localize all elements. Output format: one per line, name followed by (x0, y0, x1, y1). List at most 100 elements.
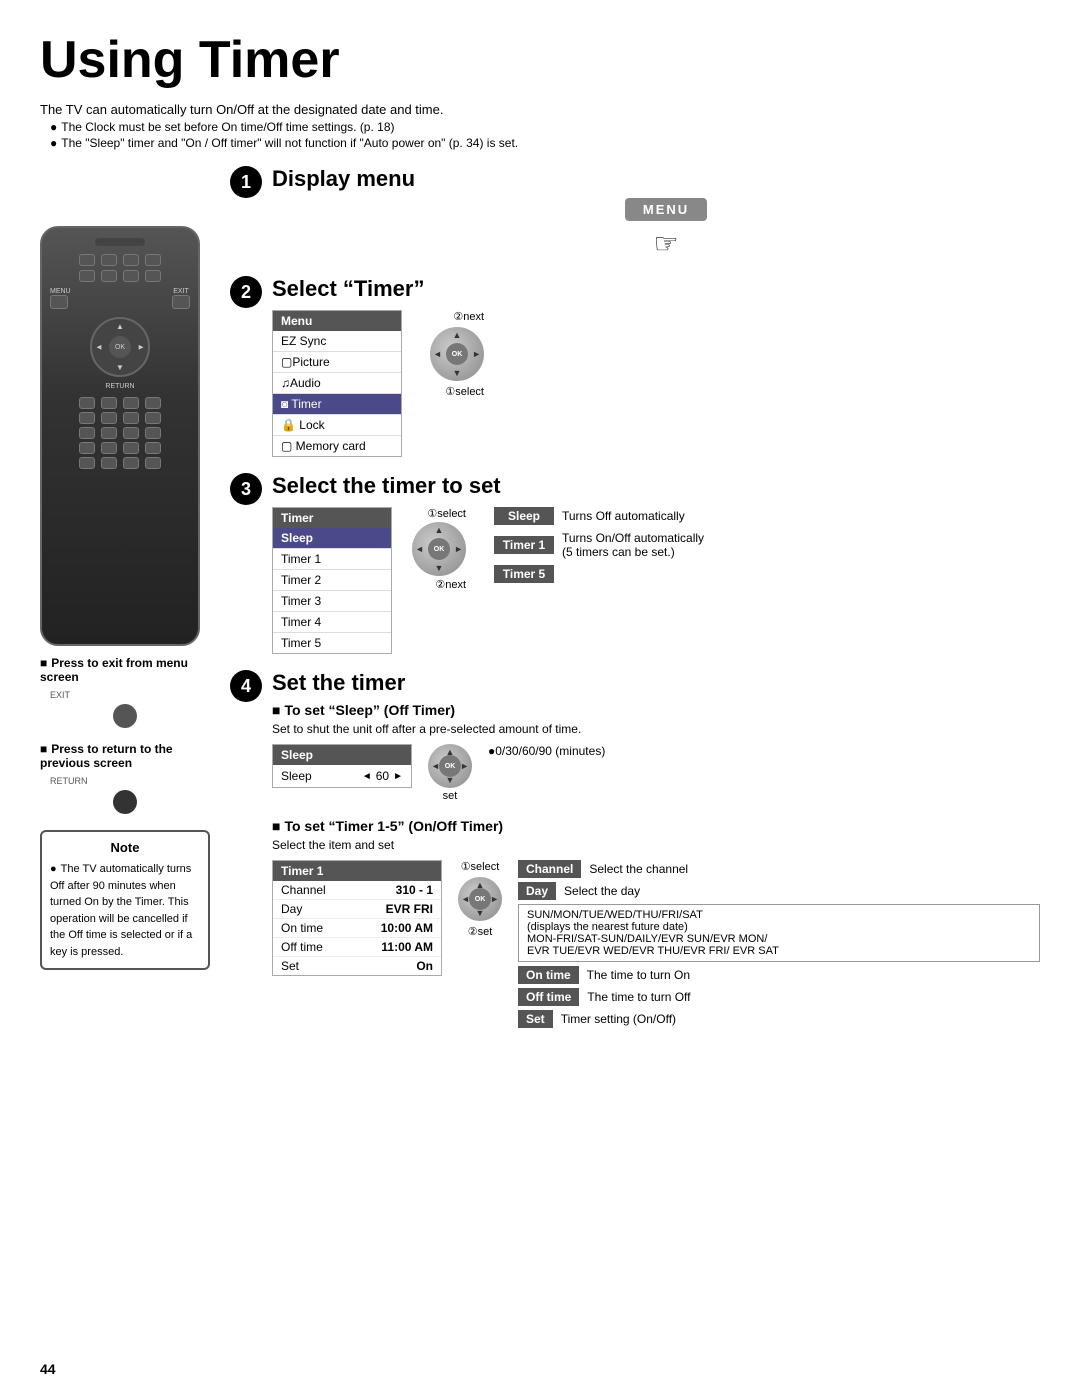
timer1-day-label: Day (281, 902, 336, 916)
day-options-line1: SUN/MON/TUE/WED/THU/FRI/SAT (527, 909, 1031, 921)
timer1-select-hint: ①select (461, 860, 500, 873)
intro-bullet1: The Clock must be set before On time/Off… (50, 120, 1040, 134)
menu-item-audio: ♫Audio (273, 373, 401, 394)
sleep-setting-box: Sleep Sleep ◄ 60 ► (272, 744, 412, 788)
step2: 2 Select “Timer” Menu EZ Sync ▢Picture ♫… (230, 276, 1040, 457)
timer-item-3[interactable]: Timer 3 (273, 591, 391, 612)
timer-desc-col: Sleep Turns Off automatically Timer 1 Tu… (494, 507, 1040, 589)
return-note: Press to return to the previous screen (40, 742, 210, 770)
timer1-channel-label: Channel (281, 883, 336, 897)
page-number: 44 (40, 1361, 56, 1377)
off-time-desc: The time to turn Off (587, 990, 690, 1004)
timer-item-sleep[interactable]: Sleep (273, 528, 391, 549)
set-label-box: Set (518, 1010, 553, 1028)
sleep-note: ●0/30/60/90 (minutes) (488, 744, 605, 758)
on-time-desc: The time to turn On (587, 968, 690, 982)
timer-item-5[interactable]: Timer 5 (273, 633, 391, 653)
timer5-label: Timer 5 (494, 565, 554, 583)
timer1-setting-header: Timer 1 (273, 861, 441, 881)
step2-number: 2 (230, 276, 262, 308)
step1: 1 Display menu MENU ☞ (230, 166, 1040, 260)
timer-list-header: Timer (273, 508, 391, 528)
note-text: The TV automatically turns Off after 90 … (50, 861, 200, 960)
ok-nav-step2: ②next ▲ ▼ ◄ ► OK ①select (430, 310, 484, 398)
day-options: SUN/MON/TUE/WED/THU/FRI/SAT (displays th… (518, 904, 1040, 962)
day-options-line4: EVR TUE/EVR WED/EVR THU/EVR FRI/ EVR SAT (527, 945, 1031, 957)
on-time-label-box: On time (518, 966, 579, 984)
exit-note: Press to exit from menu screen (40, 656, 210, 684)
ok-button-sleep[interactable]: ▲ ▼ ◄ ► OK (428, 744, 472, 788)
step3-number: 3 (230, 473, 262, 505)
timer1-day-value: EVR FRI (373, 902, 433, 916)
timer1-offtime-value: 11:00 AM (373, 940, 433, 954)
timer1-offtime-label: Off time (281, 940, 336, 954)
day-options-line3: MON-FRI/SAT-SUN/DAILY/EVR SUN/EVR MON/ (527, 933, 1031, 945)
step4-number: 4 (230, 670, 262, 702)
timer-item-1[interactable]: Timer 1 (273, 549, 391, 570)
day-label-box: Day (518, 882, 556, 900)
timer15-section-title: To set “Timer 1-5” (On/Off Timer) (272, 818, 1040, 834)
sleep-arrow-right[interactable]: ► (393, 771, 403, 782)
ok-button-step3[interactable]: ▲ ▼ ◄ ► OK (412, 522, 466, 576)
menu-item-ezsync: EZ Sync (273, 331, 401, 352)
channel-desc: Select the channel (589, 862, 688, 876)
hand-icon: ☞ (653, 227, 678, 260)
timer1-set-label: Set (281, 959, 336, 973)
sleep-setting-header: Sleep (273, 745, 411, 765)
sleep-value: 60 (376, 769, 389, 783)
set-desc: Timer setting (On/Off) (561, 1012, 676, 1026)
timer-item-4[interactable]: Timer 4 (273, 612, 391, 633)
timer1-sub: (5 timers can be set.) (562, 545, 704, 559)
page-title: Using Timer (40, 30, 1040, 90)
step4: 4 Set the timer To set “Sleep” (Off Time… (230, 670, 1040, 1032)
exit-label: EXIT (50, 690, 210, 700)
sleep-desc: Turns Off automatically (562, 509, 685, 523)
intro-main: The TV can automatically turn On/Off at … (40, 102, 1040, 117)
timer1-set-value: On (373, 959, 433, 973)
note-box: Note The TV automatically turns Off afte… (40, 830, 210, 970)
menu-graphic: MENU ☞ (292, 198, 1040, 260)
sleep-label: Sleep (494, 507, 554, 525)
day-options-line2: (displays the nearest future date) (527, 921, 1031, 933)
ok-button-timer1[interactable]: ▲ ▼ ◄ ► OK (458, 877, 502, 921)
timer-item-2[interactable]: Timer 2 (273, 570, 391, 591)
step2-next-hint: ②next (453, 310, 484, 323)
menu-item-lock: 🔒 Lock (273, 415, 401, 436)
day-desc: Select the day (564, 884, 640, 898)
sleep-section-desc: Set to shut the unit off after a pre-sel… (272, 722, 1040, 736)
return-button[interactable] (113, 790, 137, 814)
sleep-row-label: Sleep (281, 769, 312, 783)
timer-list: Timer Sleep Timer 1 Timer 2 Timer 3 Time… (272, 507, 392, 654)
timer1-ontime-value: 10:00 AM (373, 921, 433, 935)
step3-next-hint: ②next (435, 578, 466, 591)
step3: 3 Select the timer to set Timer Sleep Ti… (230, 473, 1040, 654)
menu-header: Menu (273, 311, 401, 331)
channel-label-box: Channel (518, 860, 581, 878)
note-title: Note (50, 840, 200, 855)
timer1-desc: Turns On/Off automatically (562, 531, 704, 545)
timer1-set-hint: ②set (468, 925, 493, 938)
menu-item-timer[interactable]: ◙ Timer (273, 394, 401, 415)
menu-item-memory: ▢ Memory card (273, 436, 401, 456)
remote-control: MENU EXIT ▲ ▼ ◄ ► OK (40, 226, 200, 646)
timer1-ontime-label: On time (281, 921, 336, 935)
intro-bullet2: The "Sleep" timer and "On / Off timer" w… (50, 136, 1040, 150)
timer15-desc: Select the item and set (272, 838, 1040, 852)
return-label: RETURN (50, 776, 210, 786)
exit-button[interactable] (113, 704, 137, 728)
menu-banner: MENU (625, 198, 707, 221)
timer1-channel-value: 310 - 1 (373, 883, 433, 897)
step4-title: Set the timer (272, 670, 1040, 696)
timer1-setting-box: Timer 1 Channel 310 - 1 Day EVR FRI (272, 860, 442, 976)
timer1-label: Timer 1 (494, 536, 554, 554)
timer1-right-col: Channel Select the channel Day Select th… (518, 860, 1040, 1032)
sleep-arrow-left[interactable]: ◄ (362, 771, 372, 782)
step2-select-hint: ①select (445, 385, 484, 398)
sleep-set-hint: set (443, 790, 458, 802)
step1-number: 1 (230, 166, 262, 198)
off-time-label-box: Off time (518, 988, 579, 1006)
step2-title: Select “Timer” (272, 276, 1040, 302)
ok-button-step2[interactable]: ▲ ▼ ◄ ► OK (430, 327, 484, 381)
step3-select-hint: ①select (427, 507, 466, 520)
sleep-section-title: To set “Sleep” (Off Timer) (272, 702, 1040, 718)
